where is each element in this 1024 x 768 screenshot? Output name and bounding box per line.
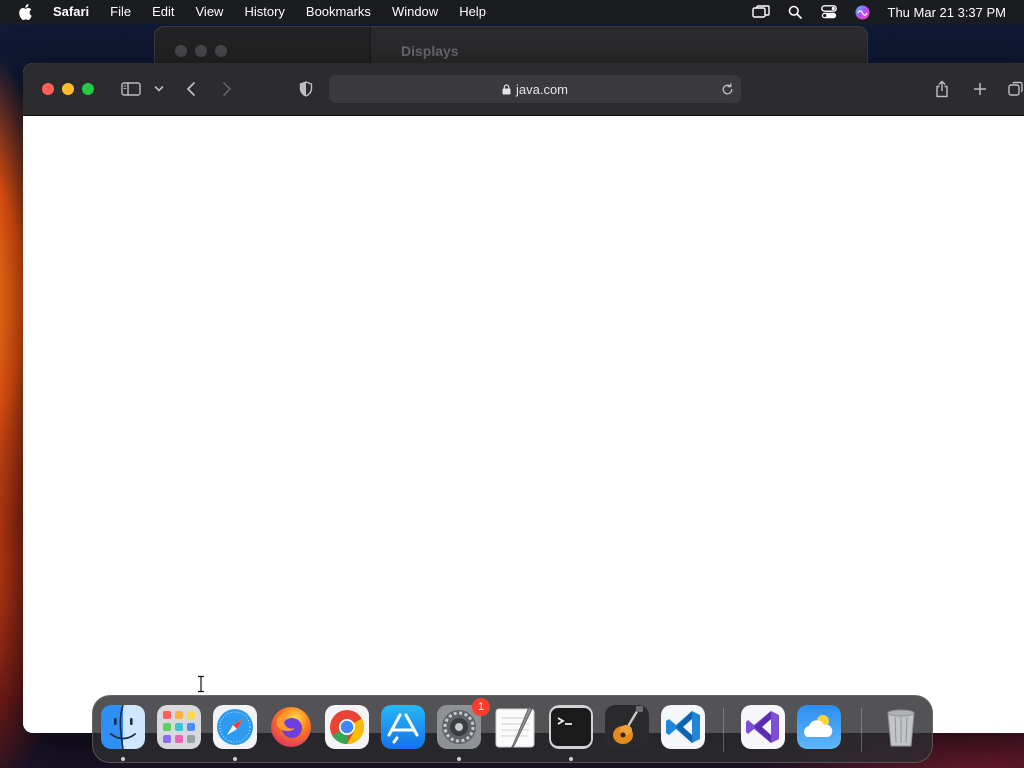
minimize-button[interactable]	[62, 83, 74, 95]
dock-separator	[723, 708, 724, 752]
vscode-icon[interactable]	[661, 705, 705, 749]
safari-running-indicator	[233, 757, 237, 761]
tab-overview-button[interactable]	[1007, 77, 1024, 101]
close-button-inactive[interactable]	[175, 45, 187, 57]
menu-help[interactable]: Help	[459, 0, 486, 24]
system-settings-running-indicator	[457, 757, 461, 761]
weather-icon[interactable]	[797, 705, 841, 749]
menu-bookmarks[interactable]: Bookmarks	[306, 0, 371, 24]
menu-window[interactable]: Window	[392, 0, 438, 24]
safari-toolbar: java.com	[23, 63, 1024, 116]
web-page-content[interactable]	[23, 116, 1024, 733]
control-center-icon[interactable]	[818, 0, 840, 24]
sidebar-icon	[121, 82, 141, 96]
visual-studio-icon[interactable]	[741, 705, 785, 749]
zoom-button[interactable]	[82, 83, 94, 95]
share-button[interactable]	[933, 77, 951, 101]
notification-badge: 1	[472, 698, 490, 716]
background-window-controls	[175, 45, 227, 57]
back-button[interactable]	[183, 77, 199, 101]
textedit-icon[interactable]	[493, 705, 537, 749]
window-controls	[42, 83, 94, 95]
plus-icon	[974, 83, 986, 95]
tab-overview-icon	[1008, 81, 1023, 96]
screen-mirroring-icon[interactable]	[750, 0, 772, 24]
trash-icon[interactable]	[879, 705, 923, 749]
menu-bar: Safari File Edit View History Bookmarks …	[0, 0, 1024, 24]
forward-button[interactable]	[219, 77, 235, 101]
menu-edit[interactable]: Edit	[152, 0, 174, 24]
firefox-icon[interactable]	[269, 705, 313, 749]
close-button[interactable]	[42, 83, 54, 95]
menu-view[interactable]: View	[196, 0, 224, 24]
launchpad-icon[interactable]	[157, 705, 201, 749]
siri-icon[interactable]	[852, 0, 874, 24]
privacy-report-button[interactable]	[297, 77, 315, 101]
spotlight-search-icon[interactable]	[784, 0, 806, 24]
chevron-down-icon	[154, 86, 164, 92]
text-cursor-icon	[198, 675, 204, 693]
terminal-running-indicator	[569, 757, 573, 761]
chevron-right-icon	[223, 82, 232, 96]
minimize-button-inactive[interactable]	[195, 45, 207, 57]
app-store-icon[interactable]	[381, 705, 425, 749]
finder-icon[interactable]	[101, 705, 145, 749]
lock-icon	[502, 83, 511, 95]
background-window-title: Displays	[401, 43, 459, 59]
tab-groups-dropdown-button[interactable]	[153, 77, 165, 101]
chevron-left-icon	[186, 82, 195, 96]
menu-bar-clock[interactable]: Thu Mar 21 3:37 PM	[888, 5, 1007, 20]
menu-file[interactable]: File	[110, 0, 131, 24]
shield-icon	[299, 81, 313, 97]
finder-running-indicator	[121, 757, 125, 761]
dock-separator	[861, 708, 862, 752]
menu-history[interactable]: History	[244, 0, 284, 24]
garageband-icon[interactable]	[605, 705, 649, 749]
reload-icon[interactable]	[719, 81, 735, 97]
sidebar-toggle-button[interactable]	[120, 77, 142, 101]
safari-window: java.com	[23, 63, 1024, 733]
system-settings-icon[interactable]: 1	[437, 698, 490, 749]
address-bar[interactable]: java.com	[329, 75, 741, 103]
menu-app-name[interactable]: Safari	[53, 0, 89, 24]
safari-icon[interactable]	[213, 705, 257, 749]
chrome-icon[interactable]	[325, 705, 369, 749]
terminal-icon[interactable]	[549, 705, 593, 749]
dock: 1	[92, 695, 933, 763]
zoom-button-inactive[interactable]	[215, 45, 227, 57]
share-icon	[936, 80, 948, 98]
apple-menu-icon[interactable]	[18, 0, 36, 24]
address-bar-url: java.com	[515, 81, 569, 97]
new-tab-button[interactable]	[971, 77, 989, 101]
